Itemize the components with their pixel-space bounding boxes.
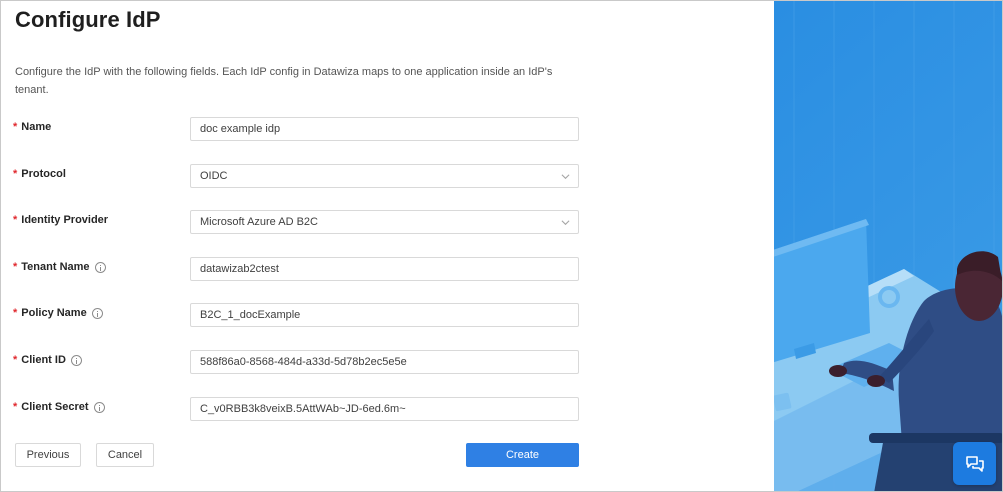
info-circle-icon[interactable] <box>91 307 103 319</box>
info-circle-icon[interactable] <box>93 401 105 413</box>
window-frame: Configure IdP Configure the IdP with the… <box>0 0 1003 492</box>
chat-bubbles-icon <box>965 455 984 472</box>
previous-button[interactable]: Previous <box>15 443 81 467</box>
client-id-label: * Client ID <box>13 354 82 366</box>
client-id-field-row: * Client ID 588f86a0-8568-484d-a33d-5d78… <box>1 350 601 374</box>
protocol-field-row: * Protocol OIDC <box>1 164 601 188</box>
client-secret-label: * Client Secret <box>13 401 105 413</box>
info-circle-icon[interactable] <box>70 354 82 366</box>
protocol-selected-value: OIDC <box>200 170 228 182</box>
policy-name-input[interactable]: B2C_1_docExample <box>190 303 579 327</box>
identity-provider-select[interactable]: Microsoft Azure AD B2C <box>190 210 579 234</box>
required-marker: * <box>13 307 18 319</box>
form-panel: Configure IdP Configure the IdP with the… <box>1 1 774 491</box>
name-label: * Name <box>13 121 51 133</box>
cancel-button[interactable]: Cancel <box>96 443 154 467</box>
person-at-desk-illustration <box>774 1 1002 491</box>
client-secret-input[interactable]: C_v0RBB3k8veixB.5AttWAb~JD-6ed.6m~ <box>190 397 579 421</box>
required-marker: * <box>13 354 18 366</box>
page-description: Configure the IdP with the following fie… <box>15 66 553 96</box>
protocol-select[interactable]: OIDC <box>190 164 579 188</box>
tenant-name-label: * Tenant Name <box>13 261 106 273</box>
client-id-input[interactable]: 588f86a0-8568-484d-a33d-5d78b2ec5e5e <box>190 350 579 374</box>
identity-provider-selected-value: Microsoft Azure AD B2C <box>200 216 318 228</box>
policy-name-label-text: Policy Name <box>21 307 87 319</box>
chevron-down-icon <box>561 174 570 180</box>
identity-provider-field-row: * Identity Provider Microsoft Azure AD B… <box>1 210 601 234</box>
tenant-name-label-text: Tenant Name <box>21 261 90 273</box>
required-marker: * <box>13 401 18 413</box>
identity-provider-label: * Identity Provider <box>13 214 108 226</box>
info-circle-icon[interactable] <box>94 261 106 273</box>
name-field-row: * Name doc example idp <box>1 117 601 141</box>
chevron-down-icon <box>561 220 570 226</box>
page-title: Configure IdP <box>15 7 161 32</box>
required-marker: * <box>13 121 18 133</box>
client-secret-field-row: * Client Secret C_v0RBB3k8veixB.5AttWAb~… <box>1 397 601 421</box>
protocol-label-text: Protocol <box>21 168 66 180</box>
required-marker: * <box>13 261 18 273</box>
tenant-name-field-row: * Tenant Name datawizab2ctest <box>1 257 601 281</box>
create-button[interactable]: Create <box>466 443 579 467</box>
identity-provider-label-text: Identity Provider <box>21 214 109 226</box>
required-marker: * <box>13 214 18 226</box>
name-label-text: Name <box>21 121 52 133</box>
tenant-name-input[interactable]: datawizab2ctest <box>190 257 579 281</box>
name-input[interactable]: doc example idp <box>190 117 579 141</box>
required-marker: * <box>13 168 18 180</box>
policy-name-field-row: * Policy Name B2C_1_docExample <box>1 303 601 327</box>
protocol-label: * Protocol <box>13 168 66 180</box>
chat-button[interactable] <box>953 442 996 485</box>
client-secret-label-text: Client Secret <box>21 401 89 413</box>
policy-name-label: * Policy Name <box>13 307 103 319</box>
client-id-label-text: Client ID <box>21 354 66 366</box>
hero-illustration <box>774 1 1002 491</box>
